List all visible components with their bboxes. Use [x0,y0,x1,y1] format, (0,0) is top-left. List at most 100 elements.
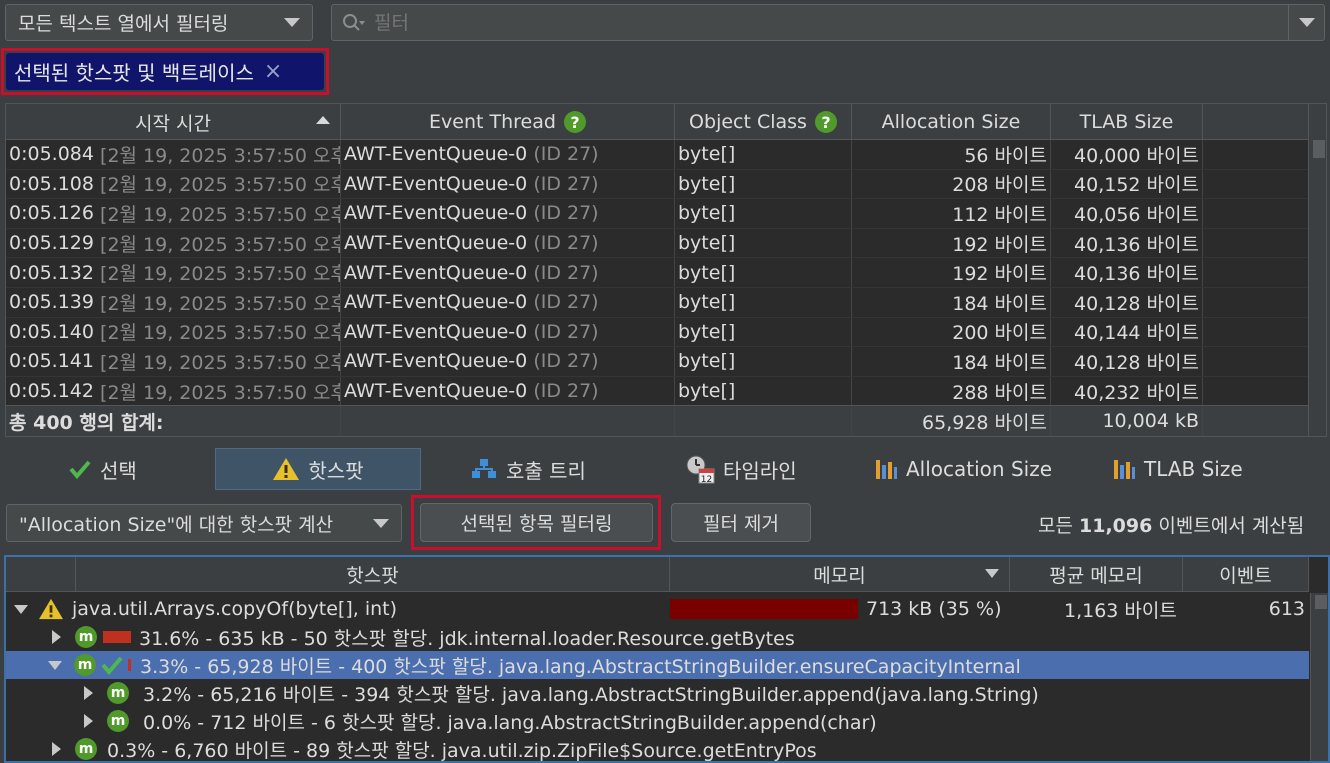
help-icon[interactable]: ? [814,111,837,133]
help-icon[interactable]: ? [563,111,586,133]
filter-selected-button[interactable]: 선택된 항목 필터링 [420,503,653,542]
tree-node-label: 31.6% - 635 kB - 50 핫스팟 할당. jdk.internal… [139,627,795,650]
cell-start-time: 0:05.108 [2월 19, 2025 3:57:50 오후] [6,169,341,199]
cell-start-time: 0:05.084 [2월 19, 2025 3:57:50 오후] [6,140,341,169]
total-tlab: 10,004 kB [1051,406,1203,436]
cell-allocation-size: 192 바이트 [852,258,1051,287]
timeline-icon: 12 [686,455,715,484]
col-header-events[interactable]: 이벤트 [1183,557,1309,592]
hotspot-calc-dropdown[interactable]: "Allocation Size"에 대한 핫스팟 계산 [6,504,402,542]
search-field[interactable] [331,4,1325,41]
events-value: 613 [1268,598,1305,620]
call-tree-icon [472,459,496,478]
total-allocation: 65,928 바이트 [852,406,1051,436]
cell-object-class: byte[] [675,317,852,347]
cell-event-thread: AWT-EventQueue-0 (ID 27) [341,376,675,406]
memory-value: 713 kB (35 %) [866,598,1002,620]
cell-tlab-size: 40,128 바이트 [1051,288,1203,317]
expand-arrow-icon[interactable] [84,686,93,700]
events-table: 시작 시간 Event Thread ? Object Class ? Allo… [5,103,1327,437]
tree-node-label: java.util.Arrays.copyOf(byte[], int) [72,598,398,620]
cell-event-thread: AWT-EventQueue-0 (ID 27) [341,258,675,287]
checkmark-icon [101,656,123,676]
memory-bar-track [670,599,858,619]
view-allocation-size-button[interactable]: Allocation Size [874,448,1052,490]
col-header-avg-memory[interactable]: 평균 메모리 [1010,557,1183,592]
tree-node[interactable]: m 0.0% - 712 바이트 - 6 핫스팟 할당. java.lang.A… [6,707,1309,735]
col-header-start-time[interactable]: 시작 시간 [6,104,341,140]
remove-filter-button[interactable]: 필터 제거 [671,503,811,542]
close-icon[interactable]: × [264,59,282,84]
scrollbar-thumb[interactable] [1315,595,1327,609]
expand-arrow-icon[interactable] [52,630,61,644]
table-row[interactable]: 0:05.139 [2월 19, 2025 3:57:50 오후] AWT-Eve… [6,288,1309,318]
table-scrollbar[interactable] [1308,104,1326,436]
cell-event-thread: AWT-EventQueue-0 (ID 27) [341,347,675,376]
cell-start-time: 0:05.126 [2월 19, 2025 3:57:50 오후] [6,199,341,228]
tree-node-selected[interactable]: m 3.3% - 65,928 바이트 - 400 핫스팟 할당. java.l… [6,651,1309,679]
table-row[interactable]: 0:05.126 [2월 19, 2025 3:57:50 오후] AWT-Eve… [6,199,1309,229]
tree-node[interactable]: m 3.2% - 65,216 바이트 - 394 핫스팟 할당. java.l… [6,679,1309,707]
table-row[interactable]: 0:05.129 [2월 19, 2025 3:57:50 오후] AWT-Eve… [6,228,1309,259]
view-tlab-size-button[interactable]: TLAB Size [1112,448,1243,490]
view-call-tree-button[interactable]: 호출 트리 [470,448,586,490]
scrollbar-thumb[interactable] [1313,140,1325,158]
collapse-arrow-icon[interactable] [48,660,62,670]
tree-node-root[interactable]: java.util.Arrays.copyOf(byte[], int) 713… [6,595,1309,623]
hotspot-calc-label: "Allocation Size"에 대한 핫스팟 계산 [19,513,334,536]
chevron-down-icon [373,518,389,528]
col-header-object-class[interactable]: Object Class ? [675,104,852,140]
table-row[interactable]: 0:05.141 [2월 19, 2025 3:57:50 오후] AWT-Eve… [6,347,1309,377]
cell-object-class: byte[] [675,199,852,228]
table-row[interactable]: 0:05.108 [2월 19, 2025 3:57:50 오후] AWT-Eve… [6,169,1309,200]
mini-memory-bar [103,631,131,643]
col-header-event-thread[interactable]: Event Thread ? [341,104,675,140]
cell-allocation-size: 112 바이트 [852,199,1051,228]
expand-arrow-icon[interactable] [84,714,93,728]
cell-allocation-size: 200 바이트 [852,317,1051,347]
col-header-tlab-size[interactable]: TLAB Size [1051,104,1203,140]
cell-object-class: byte[] [675,228,852,258]
tree-scrollbar[interactable] [1310,593,1328,761]
view-hotspots-button[interactable]: 핫스팟 [215,448,421,490]
cell-start-time: 0:05.142 [2월 19, 2025 3:57:50 오후] [6,376,341,406]
search-icon [342,12,366,34]
method-icon: m [107,710,129,732]
col-header-hotspot[interactable]: 핫스팟 [76,557,670,592]
search-input[interactable] [374,11,1274,34]
cell-start-time: 0:05.141 [2월 19, 2025 3:57:50 오후] [6,347,341,376]
method-icon: m [75,626,97,648]
cell-allocation-size: 192 바이트 [852,228,1051,258]
cell-start-time: 0:05.140 [2월 19, 2025 3:57:50 오후] [6,317,341,347]
col-header-memory[interactable]: 메모리 [670,557,1010,592]
col-header-spacer [6,557,76,592]
cell-tlab-size: 40,000 바이트 [1051,140,1203,169]
cell-allocation-size: 208 바이트 [852,169,1051,199]
tree-node[interactable]: m 31.6% - 635 kB - 50 핫스팟 할당. jdk.intern… [6,623,1309,651]
cell-event-thread: AWT-EventQueue-0 (ID 27) [341,288,675,317]
view-selection-button[interactable]: 선택 [68,448,137,490]
table-row[interactable]: 0:05.084 [2월 19, 2025 3:57:50 오후] AWT-Eve… [6,140,1309,170]
cell-tlab-size: 40,152 바이트 [1051,169,1203,199]
expand-arrow-icon[interactable] [52,742,61,756]
view-timeline-button[interactable]: 12 타임라인 [685,448,797,490]
col-header-allocation-size[interactable]: Allocation Size [852,104,1051,140]
search-history-dropdown[interactable] [1288,5,1324,40]
tree-node[interactable]: m 0.3% - 6,760 바이트 - 89 핫스팟 할당. java.uti… [6,735,1309,761]
collapse-arrow-icon[interactable] [14,604,28,614]
avg-memory-value: 1,163 바이트 [1064,599,1177,622]
tree-header: 핫스팟 메모리 평균 메모리 이벤트 [6,557,1309,592]
table-row[interactable]: 0:05.132 [2월 19, 2025 3:57:50 오후] AWT-Eve… [6,258,1309,288]
cell-object-class: byte[] [675,376,852,406]
table-row[interactable]: 0:05.140 [2월 19, 2025 3:57:50 오후] AWT-Eve… [6,317,1309,348]
table-header: 시작 시간 Event Thread ? Object Class ? Allo… [6,104,1309,140]
table-row[interactable]: 0:05.142 [2월 19, 2025 3:57:50 오후] AWT-Eve… [6,376,1309,407]
cell-object-class: byte[] [675,347,852,376]
selected-hotspot-chip[interactable]: 선택된 핫스팟 및 백트레이스 × [6,53,324,90]
cell-tlab-size: 40,136 바이트 [1051,258,1203,287]
filter-scope-dropdown[interactable]: 모든 텍스트 열에서 필터링 [5,4,313,41]
cell-allocation-size: 56 바이트 [852,140,1051,169]
cell-start-time: 0:05.132 [2월 19, 2025 3:57:50 오후] [6,258,341,287]
cell-tlab-size: 40,136 바이트 [1051,228,1203,258]
cell-event-thread: AWT-EventQueue-0 (ID 27) [341,199,675,228]
